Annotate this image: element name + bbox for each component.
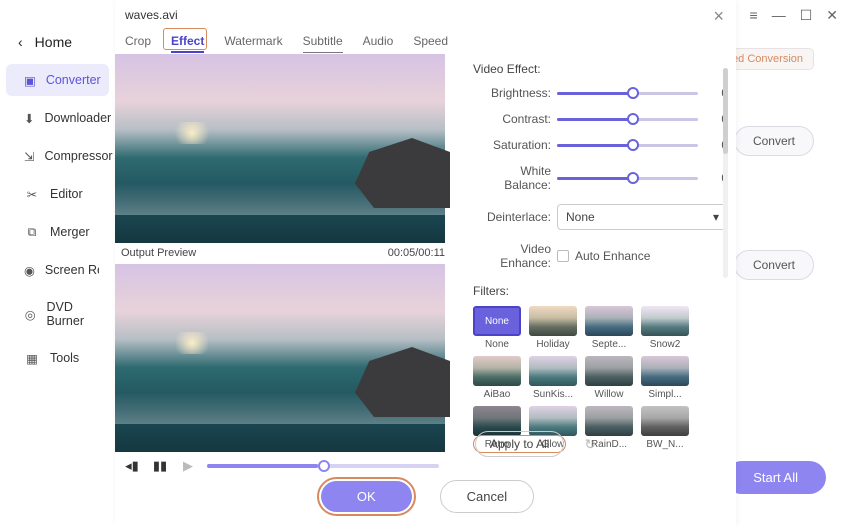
saturation-slider[interactable] <box>557 144 698 147</box>
output-preview-label: Output Preview <box>121 247 196 259</box>
preview-original <box>115 54 445 243</box>
contrast-label: Contrast: <box>473 112 557 126</box>
scrollbar[interactable] <box>723 68 728 278</box>
filter-label: Septe... <box>592 339 626 350</box>
sidebar-item-label: Tools <box>50 351 79 365</box>
sidebar-item-label: Screen Recorder <box>45 263 99 277</box>
sidebar-item-screen-recorder[interactable]: ◉ Screen Recorder <box>6 254 109 286</box>
sidebar-item-dvd-burner[interactable]: ◎ DVD Burner <box>6 292 109 336</box>
tab-subtitle[interactable]: Subtitle <box>303 34 343 53</box>
filter-september[interactable] <box>585 306 633 336</box>
sidebar-item-downloader[interactable]: ⬇ Downloader <box>6 102 109 134</box>
highlight-apply-all: Apply to All <box>473 435 566 453</box>
video-enhance-label: Video Enhance: <box>473 242 557 270</box>
auto-enhance-text: Auto Enhance <box>575 249 650 263</box>
brightness-slider[interactable] <box>557 92 698 95</box>
sidebar-item-label: Downloader <box>44 111 111 125</box>
filter-label: RainD... <box>591 439 627 450</box>
sidebar-item-compressor[interactable]: ⇲ Compressor <box>6 140 109 172</box>
tab-audio[interactable]: Audio <box>363 34 394 53</box>
white-balance-slider[interactable] <box>557 177 698 180</box>
minimize-icon[interactable]: — <box>772 8 786 22</box>
compressor-icon: ⇲ <box>24 148 34 164</box>
ok-button[interactable]: OK <box>321 481 412 512</box>
effect-modal: waves.avi × Crop Effect Watermark Subtit… <box>115 0 736 526</box>
sidebar-item-label: Editor <box>50 187 83 201</box>
deinterlace-label: Deinterlace: <box>473 210 557 224</box>
sidebar-item-label: Converter <box>46 73 101 87</box>
contrast-slider[interactable] <box>557 118 698 121</box>
filter-label: None <box>485 339 509 350</box>
deinterlace-value: None <box>566 210 595 224</box>
filters-heading: Filters: <box>473 284 728 298</box>
merger-icon: ⧉ <box>24 224 40 240</box>
timecode: 00:05/00:11 <box>388 247 445 259</box>
filter-sunkissed[interactable] <box>529 356 577 386</box>
filter-label: SunKis... <box>533 389 573 400</box>
record-icon: ◉ <box>24 262 35 278</box>
grid-icon: ▦ <box>24 350 40 366</box>
disc-icon: ◎ <box>24 306 36 322</box>
filter-label: Holiday <box>536 339 569 350</box>
filter-holiday[interactable] <box>529 306 577 336</box>
download-icon: ⬇ <box>24 110 34 126</box>
filter-label: AiBao <box>484 389 511 400</box>
saturation-label: Saturation: <box>473 138 557 152</box>
prev-frame-button[interactable]: ◂▮ <box>123 458 141 474</box>
maximize-icon[interactable]: ☐ <box>800 8 813 22</box>
sidebar-item-merger[interactable]: ⧉ Merger <box>6 216 109 248</box>
modal-tabs: Crop Effect Watermark Subtitle Audio Spe… <box>125 34 448 53</box>
modal-title: waves.avi <box>125 8 178 22</box>
seek-slider[interactable] <box>207 464 439 468</box>
filter-willow[interactable] <box>585 356 633 386</box>
sidebar-item-tools[interactable]: ▦ Tools <box>6 342 109 374</box>
filter-raindrop[interactable] <box>585 406 633 436</box>
filter-label: Willow <box>595 389 624 400</box>
filter-label: Snow2 <box>650 339 681 350</box>
tab-speed[interactable]: Speed <box>413 34 448 53</box>
preview-output <box>115 264 445 452</box>
sidebar-item-converter[interactable]: ▣ Converter <box>6 64 109 96</box>
sidebar-item-label: Merger <box>50 225 90 239</box>
back-home[interactable]: ‹ Home <box>0 28 115 64</box>
filter-label: BW_N... <box>646 439 683 450</box>
auto-enhance-checkbox[interactable] <box>557 250 569 262</box>
play-button[interactable]: ▶ <box>179 458 197 474</box>
tab-watermark[interactable]: Watermark <box>224 34 282 53</box>
filter-label: Simpl... <box>648 389 681 400</box>
filter-bw[interactable] <box>641 406 689 436</box>
sidebar-item-editor[interactable]: ✂ Editor <box>6 178 109 210</box>
pause-button[interactable]: ▮▮ <box>151 458 169 474</box>
highlight-ok: OK <box>317 477 416 516</box>
transport-controls: ◂▮ ▮▮ ▶ <box>123 458 439 474</box>
convert-button[interactable]: Convert <box>734 126 814 156</box>
scissors-icon: ✂ <box>24 186 40 202</box>
white-balance-label: White Balance: <box>473 164 557 192</box>
deinterlace-select[interactable]: None ▾ <box>557 204 728 230</box>
filter-none[interactable]: None <box>473 306 521 336</box>
filter-simple[interactable] <box>641 356 689 386</box>
brightness-label: Brightness: <box>473 86 557 100</box>
tab-effect[interactable]: Effect <box>171 34 204 53</box>
sidebar-item-label: DVD Burner <box>46 300 99 328</box>
filter-aibao[interactable] <box>473 356 521 386</box>
close-icon[interactable]: × <box>713 6 724 27</box>
chevron-down-icon: ▾ <box>713 210 719 224</box>
cancel-button[interactable]: Cancel <box>440 480 534 513</box>
chevron-left-icon: ‹ <box>18 34 23 50</box>
sidebar: ‹ Home ▣ Converter ⬇ Downloader ⇲ Compre… <box>0 0 115 526</box>
converter-icon: ▣ <box>24 72 36 88</box>
menu-icon[interactable]: ≡ <box>750 8 758 22</box>
convert-button[interactable]: Convert <box>734 250 814 280</box>
home-label: Home <box>35 34 72 50</box>
sidebar-item-label: Compressor <box>44 149 112 163</box>
start-all-button[interactable]: Start All <box>725 461 826 494</box>
video-effect-heading: Video Effect: <box>473 62 728 76</box>
filter-snow2[interactable] <box>641 306 689 336</box>
window-close-icon[interactable]: ✕ <box>826 8 838 22</box>
reset-icon[interactable]: ↻ <box>584 436 596 453</box>
filter-grid: None None Holiday Septe... Snow2 AiBao Su… <box>473 306 728 450</box>
apply-to-all-button[interactable]: Apply to All <box>475 431 564 457</box>
tab-crop[interactable]: Crop <box>125 34 151 53</box>
